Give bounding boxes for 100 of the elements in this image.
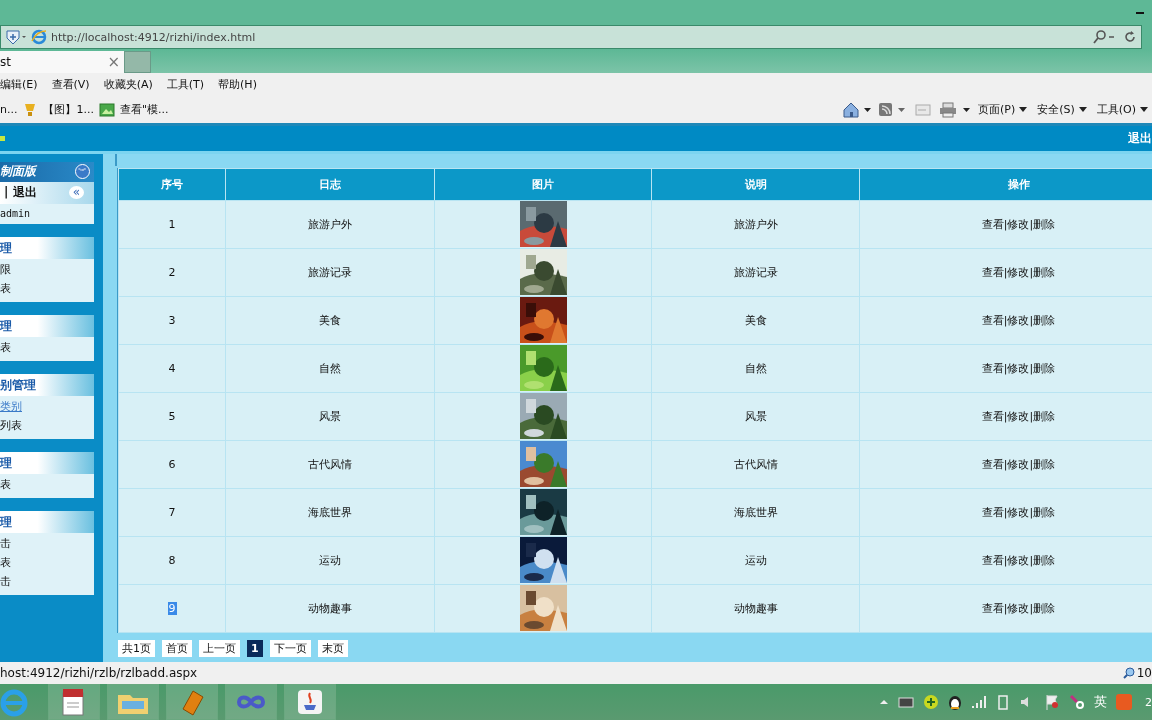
column-header: 日志 xyxy=(225,168,435,201)
action-links[interactable]: 查看|修改|删除 xyxy=(981,553,1056,567)
menu-item[interactable]: 帮助(H) xyxy=(218,77,257,93)
caret-icon xyxy=(1140,107,1148,113)
tray-arrow-icon[interactable] xyxy=(879,698,889,707)
table-cell: 自然 xyxy=(744,361,767,375)
sidebar-item[interactable]: 表 xyxy=(0,337,94,357)
collapse-sidebar-icon[interactable]: « xyxy=(69,186,84,200)
table-cell: 旅游记录 xyxy=(308,265,352,279)
table-cell: 古代风情 xyxy=(733,457,778,471)
penguin-icon[interactable] xyxy=(948,694,962,711)
pager-button[interactable]: 共1页 xyxy=(118,639,155,657)
printer-icon[interactable] xyxy=(937,101,972,118)
table-cell: 运动 xyxy=(744,553,767,567)
pager-button[interactable]: 上一页 xyxy=(199,639,240,657)
feed-icon[interactable] xyxy=(877,101,908,118)
sidebar-item[interactable]: 限 xyxy=(0,259,94,279)
pager-button[interactable]: 末页 xyxy=(317,639,348,657)
caret-icon xyxy=(1019,107,1028,113)
action-links[interactable]: 查看|修改|删除 xyxy=(981,457,1056,471)
table-cell: 自然 xyxy=(319,361,341,375)
command-menu[interactable]: 页面(P) xyxy=(977,102,1028,118)
table-cell: 6 xyxy=(168,457,176,471)
username: admin xyxy=(0,206,32,221)
logout-link[interactable]: | 退出 xyxy=(4,184,37,202)
favorite-link[interactable]: n... xyxy=(0,103,18,117)
table-cell: 9 xyxy=(167,601,177,615)
pin-icon[interactable] xyxy=(1069,694,1085,711)
command-menu[interactable]: 安全(S) xyxy=(1037,102,1087,118)
group-title[interactable]: 理 xyxy=(0,314,94,337)
table-cell: 美食 xyxy=(744,313,767,327)
refresh-icon[interactable] xyxy=(1123,30,1137,45)
table-cell: 旅游户外 xyxy=(308,217,352,231)
menu-item[interactable]: 编辑(E) xyxy=(0,77,38,93)
action-links[interactable]: 查看|修改|删除 xyxy=(981,265,1056,279)
shield-icon[interactable] xyxy=(5,29,27,46)
table-cell: 2 xyxy=(168,265,176,279)
column-header: 序号 xyxy=(118,168,226,201)
action-links[interactable]: 查看|修改|删除 xyxy=(981,361,1056,375)
table-cell: 运动 xyxy=(319,553,341,567)
table-cell: 5 xyxy=(168,409,176,423)
command-menu[interactable]: 工具(O) xyxy=(1096,102,1148,118)
action-links[interactable]: 查看|修改|删除 xyxy=(981,409,1056,423)
pager-button[interactable]: 1 xyxy=(247,639,263,657)
menu-item[interactable]: 工具(T) xyxy=(166,77,205,93)
action-links[interactable]: 查看|修改|删除 xyxy=(981,601,1056,615)
image-icon xyxy=(98,102,115,117)
caret-icon xyxy=(1078,107,1087,113)
java-taskbar-icon[interactable] xyxy=(284,684,336,720)
browser-tab[interactable]: st × xyxy=(0,50,124,73)
signal-icon[interactable] xyxy=(971,695,987,710)
input-app-icon[interactable] xyxy=(1116,694,1132,711)
battery-icon[interactable] xyxy=(996,694,1010,711)
table-cell: 8 xyxy=(168,553,176,567)
logout-link[interactable]: 退出 xyxy=(1128,129,1152,147)
group-title[interactable]: 别管理 xyxy=(0,373,94,396)
sidebar-item[interactable]: 表 xyxy=(0,552,94,572)
notepad-taskbar-icon[interactable] xyxy=(48,684,100,720)
action-links[interactable]: 查看|修改|删除 xyxy=(981,217,1056,231)
table-cell: 海底世界 xyxy=(733,505,778,519)
panel-title: 制面版 xyxy=(0,163,36,181)
pager-button[interactable]: 下一页 xyxy=(269,639,311,657)
favorite-link[interactable]: 查看"模... xyxy=(119,102,169,118)
table-cell: 美食 xyxy=(319,313,341,327)
table-cell: 风景 xyxy=(319,409,341,423)
sidebar-item[interactable]: 击 xyxy=(0,533,94,553)
action-links[interactable]: 查看|修改|删除 xyxy=(981,505,1056,519)
column-header: 图片 xyxy=(434,168,652,201)
group-title[interactable]: 理 xyxy=(0,236,94,259)
collapse-icon[interactable]: ︾ xyxy=(75,164,90,180)
table-cell: 古代风情 xyxy=(308,457,352,471)
table-cell: 1 xyxy=(168,217,176,231)
browser-logo-icon xyxy=(31,29,47,46)
home-icon[interactable] xyxy=(841,101,872,118)
favorite-link[interactable]: 【图】1... xyxy=(43,102,94,118)
column-header: 说明 xyxy=(651,168,860,201)
zoom-icon[interactable] xyxy=(1122,667,1135,680)
menu-item[interactable]: 查看(V) xyxy=(51,77,90,93)
column-header: 操作 xyxy=(859,168,1152,201)
sidebar-item[interactable]: 列表 xyxy=(0,415,94,435)
sidebar-item[interactable]: 击 xyxy=(0,571,94,591)
logo-mark-icon xyxy=(0,135,5,141)
plus-circle-icon[interactable] xyxy=(923,694,939,711)
group-title[interactable]: 理 xyxy=(0,451,94,474)
action-links[interactable]: 查看|修改|删除 xyxy=(981,313,1056,327)
group-title[interactable]: 理 xyxy=(0,510,94,533)
menu-item[interactable]: 收藏夹(A) xyxy=(103,77,153,93)
url-text: http://localhost:4912/rizhi/index.html xyxy=(51,30,256,44)
table-cell: 7 xyxy=(168,505,176,519)
table-cell: 旅游记录 xyxy=(733,265,778,279)
pager-button[interactable]: 首页 xyxy=(162,639,192,657)
table-cell: 4 xyxy=(168,361,176,375)
status-url: host:4912/rizhi/rzlb/rzlbadd.aspx xyxy=(0,666,198,681)
address-field[interactable]: http://localhost:4912/rizhi/index.html xyxy=(0,25,1142,50)
flag-icon[interactable] xyxy=(1044,694,1060,711)
sidebar-item[interactable]: 类别 xyxy=(0,396,94,416)
table-cell: 3 xyxy=(168,313,176,327)
sidebar-item[interactable]: 表 xyxy=(0,474,94,494)
zoom-level[interactable]: 10 xyxy=(1136,666,1152,681)
sidebar-item[interactable]: 表 xyxy=(0,278,94,298)
